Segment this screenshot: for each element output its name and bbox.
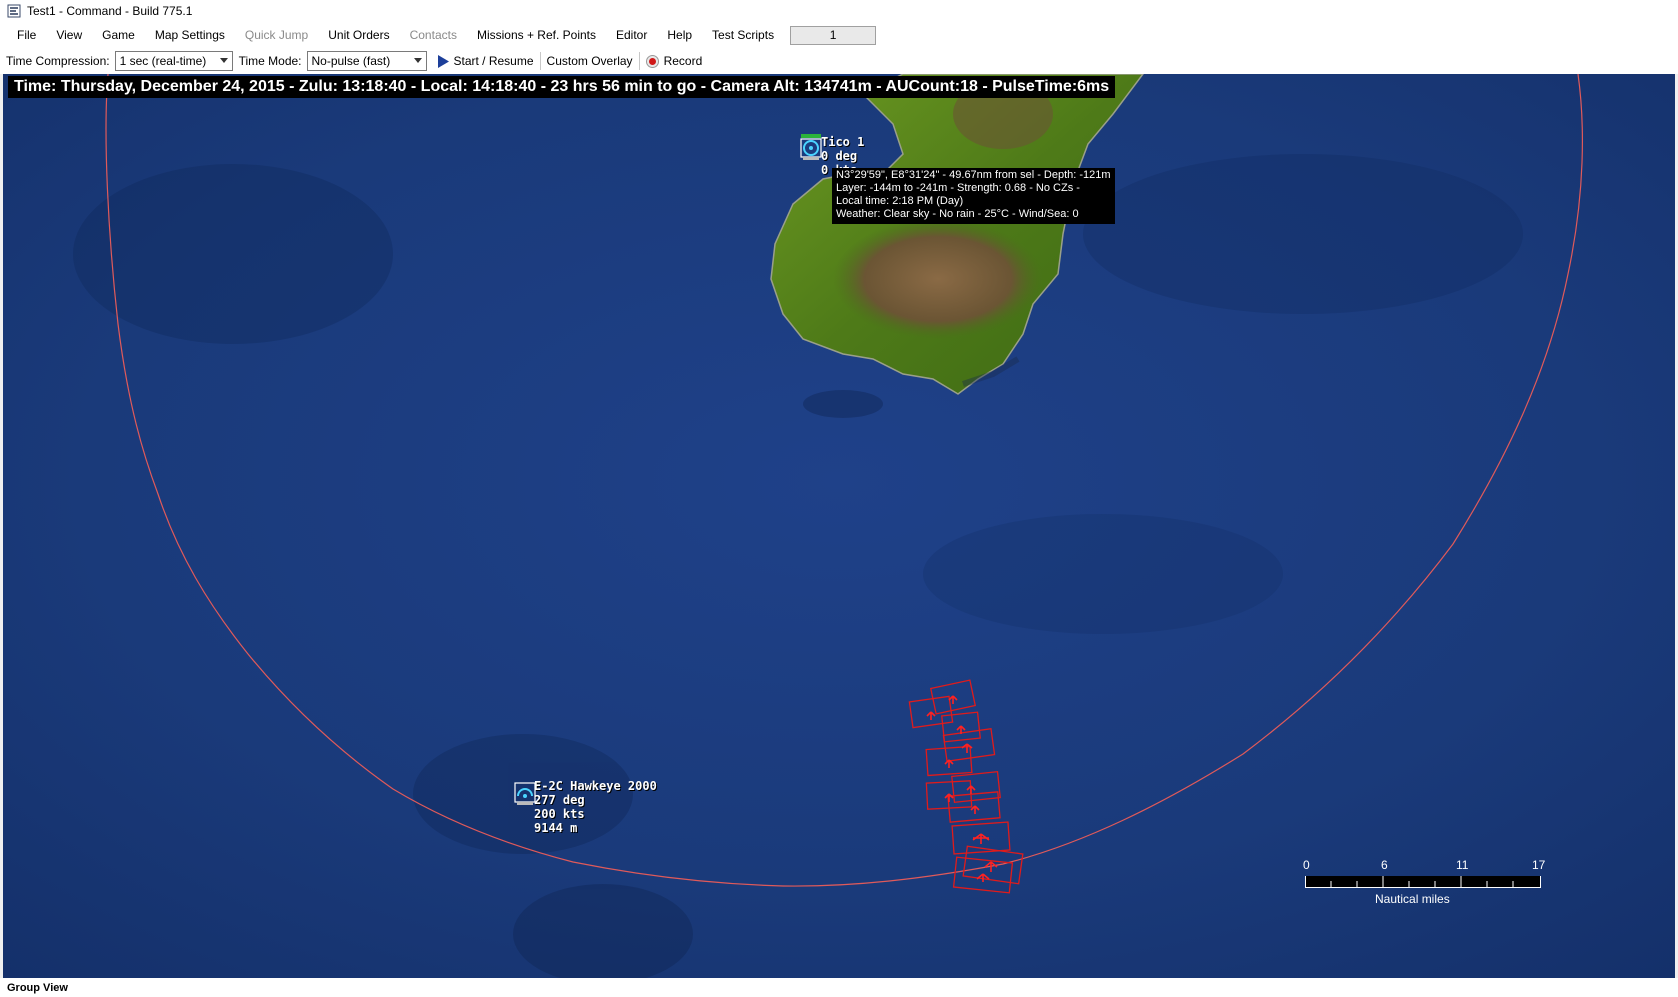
tooltip-line: Layer: -144m to -241m - Strength: 0.68 -… (836, 182, 1080, 194)
title-bar: Test1 - Command - Build 775.1 (0, 0, 1678, 22)
scale-unit-label: Nautical miles (1375, 892, 1450, 906)
time-mode-select[interactable]: No-pulse (fast) (306, 51, 427, 71)
scale-ruler (1305, 876, 1541, 888)
menu-help[interactable]: Help (657, 28, 702, 42)
scale-tick-label: 6 (1381, 858, 1388, 872)
menu-view[interactable]: View (46, 28, 92, 42)
menu-unit-orders[interactable]: Unit Orders (318, 28, 399, 42)
tooltip-line: Weather: Clear sky - No rain - 25°C - Wi… (836, 208, 1079, 220)
menu-number-field[interactable]: 1 (790, 25, 877, 45)
time-mode-label: Time Mode: (238, 54, 302, 68)
menu-map-settings[interactable]: Map Settings (145, 28, 235, 42)
status-bar: Group View (0, 978, 1678, 997)
start-resume-button[interactable]: Start / Resume (431, 54, 540, 68)
menu-bar: File View Game Map Settings Quick Jump U… (0, 22, 1678, 48)
custom-overlay-button[interactable]: Custom Overlay (541, 54, 639, 68)
record-button[interactable]: Record (640, 54, 709, 68)
tooltip-line: N3°29'59", E8°31'24" - 49.67nm from sel … (836, 169, 1111, 181)
chevron-down-icon (413, 58, 422, 63)
contact-cluster[interactable] (903, 674, 1033, 904)
menu-game[interactable]: Game (92, 28, 145, 42)
start-resume-label: Start / Resume (453, 54, 534, 68)
custom-overlay-label: Custom Overlay (546, 54, 633, 68)
menu-missions-ref-points[interactable]: Missions + Ref. Points (467, 28, 606, 42)
scale-tick-label: 17 (1532, 858, 1546, 872)
unit-name: Tico 1 (821, 135, 865, 149)
play-icon (437, 54, 449, 68)
toolbar: Time Compression: 1 sec (real-time) Time… (0, 48, 1678, 74)
time-compression-value: 1 sec (real-time) (119, 54, 207, 68)
unit-label-e2c: E-2C Hawkeye 2000 277 deg 200 kts 9144 m (534, 779, 657, 835)
menu-file[interactable]: File (7, 28, 46, 42)
map-info-bar: Time: Thursday, December 24, 2015 - Zulu… (8, 76, 1116, 98)
app-icon (7, 4, 21, 18)
time-compression-label: Time Compression: (6, 54, 110, 68)
window-title: Test1 - Command - Build 775.1 (27, 4, 193, 18)
scale-tick-label: 11 (1456, 858, 1469, 872)
menu-quick-jump[interactable]: Quick Jump (235, 28, 318, 42)
menu-test-scripts[interactable]: Test Scripts (702, 28, 784, 42)
unit-heading: 277 deg (534, 793, 585, 807)
menu-editor[interactable]: Editor (606, 28, 657, 42)
time-mode-value: No-pulse (fast) (311, 54, 391, 68)
contact-box (951, 770, 1001, 804)
contact-box (962, 845, 1024, 885)
map-view[interactable]: Time: Thursday, December 24, 2015 - Zulu… (3, 74, 1675, 978)
tooltip-line: Local time: 2:18 PM (Day) (836, 195, 964, 207)
chevron-down-icon (219, 58, 228, 63)
record-label: Record (663, 54, 703, 68)
unit-name: E-2C Hawkeye 2000 (534, 779, 657, 793)
map-tooltip: N3°29'59", E8°31'24" - 49.67nm from sel … (832, 168, 1115, 224)
unit-altitude: 9144 m (534, 821, 578, 835)
menu-contacts[interactable]: Contacts (400, 28, 467, 42)
scale-tick-label: 0 (1303, 858, 1310, 872)
unit-speed: 200 kts (534, 807, 585, 821)
time-compression-select[interactable]: 1 sec (real-time) (114, 51, 233, 71)
group-view-label[interactable]: Group View (7, 982, 68, 994)
record-icon (645, 54, 659, 68)
scale-bar: 0 6 11 17 Nautical miles (1293, 858, 1546, 908)
unit-heading: 0 deg (821, 149, 858, 163)
